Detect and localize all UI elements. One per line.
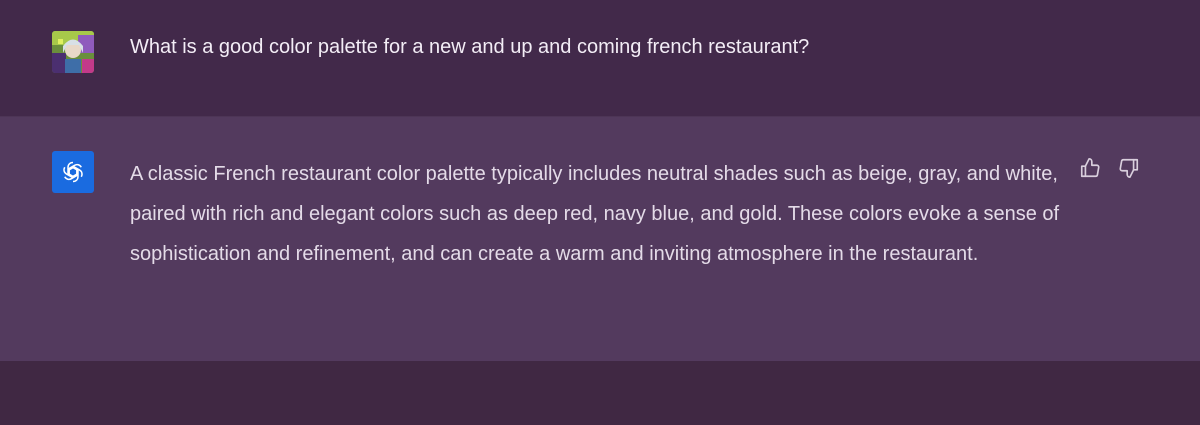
thumbs-up-button[interactable]: [1077, 155, 1103, 181]
user-avatar: [52, 31, 94, 73]
user-message-text: What is a good color palette for a new a…: [130, 36, 810, 58]
thumbs-up-icon: [1080, 158, 1100, 178]
user-message-row: What is a good color palette for a new a…: [0, 0, 1200, 117]
assistant-message-text: A classic French restaurant color palett…: [130, 154, 1065, 274]
chat-page: What is a good color palette for a new a…: [0, 0, 1200, 425]
assistant-message-paragraph: A classic French restaurant color palett…: [130, 163, 1060, 265]
thumbs-down-icon: [1119, 158, 1139, 178]
thumbs-down-button[interactable]: [1116, 155, 1142, 181]
openai-logo-icon: [52, 151, 94, 193]
assistant-message-row: A classic French restaurant color palett…: [0, 117, 1200, 361]
